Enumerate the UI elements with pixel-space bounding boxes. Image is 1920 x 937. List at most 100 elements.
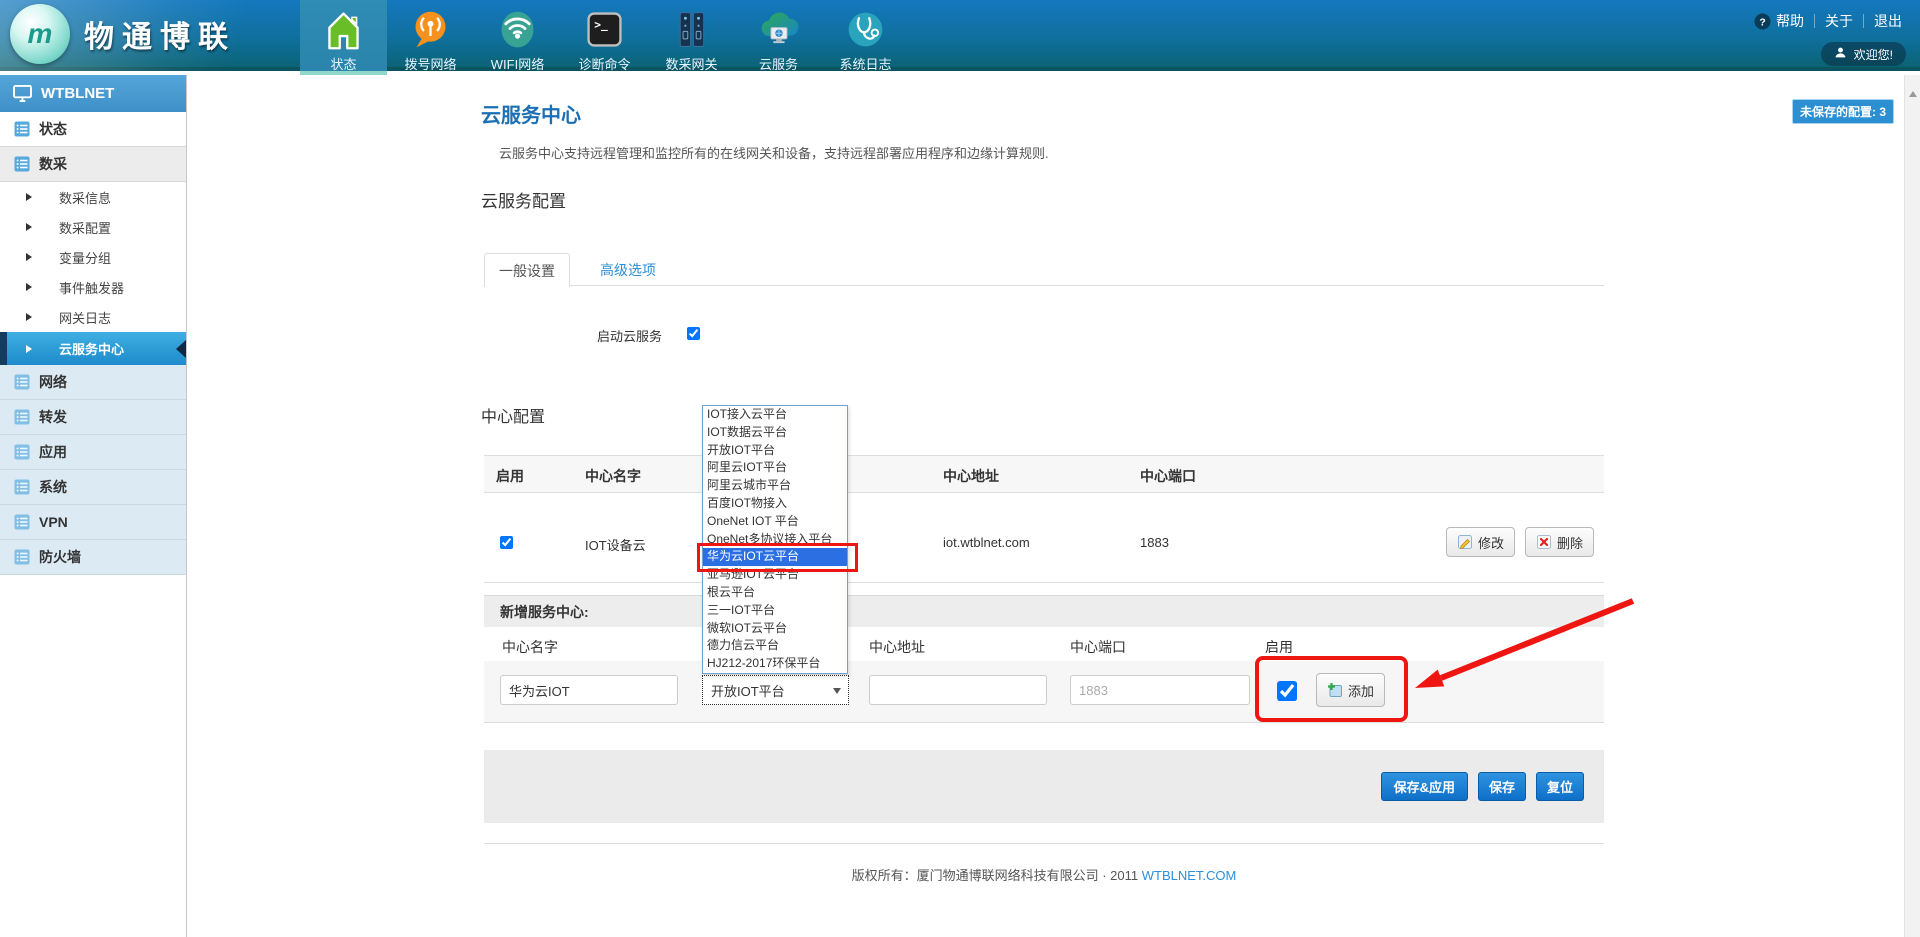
dropdown-option[interactable]: 开放IOT平台 — [703, 442, 847, 460]
list-icon — [14, 156, 30, 172]
sidebar-item[interactable]: 数采配置 — [0, 212, 186, 242]
new-port-label: 中心端口 — [1070, 637, 1126, 657]
edit-icon — [1457, 534, 1473, 550]
new-address-label: 中心地址 — [869, 637, 925, 657]
list-icon — [14, 121, 30, 137]
divider — [1863, 14, 1864, 28]
sidebar-item[interactable]: 防火墙 — [0, 540, 186, 575]
row-center-address: iot.wtblnet.com — [943, 535, 1030, 550]
add-button[interactable]: 添加 — [1316, 673, 1385, 707]
dropdown-option[interactable]: 德力信云平台 — [703, 637, 847, 655]
site-link[interactable]: WTBLNET.COM — [1142, 868, 1237, 883]
dropdown-option[interactable]: 根云平台 — [703, 584, 847, 602]
cloud-icon — [756, 7, 801, 52]
edit-button[interactable]: 修改 — [1446, 527, 1515, 557]
svg-text:>_: >_ — [594, 19, 608, 32]
sidebar-item[interactable]: 网络 — [0, 365, 186, 400]
page-scrollbar[interactable] — [1904, 75, 1920, 937]
sidebar-item[interactable]: 变量分组 — [0, 242, 186, 272]
new-enable-label: 启用 — [1265, 637, 1293, 657]
top-bar: m 物通博联 状态 拨号网络 WIFI网络 >_ 诊断命令 数采网关 — [0, 0, 1920, 71]
footer-divider — [484, 843, 1604, 844]
col-port: 中心端口 — [1140, 466, 1196, 486]
scroll-up-icon[interactable] — [1909, 91, 1917, 97]
delete-button[interactable]: 删除 — [1525, 527, 1594, 557]
list-icon — [14, 409, 30, 425]
actions-band: 保存&应用 保存 复位 — [484, 750, 1604, 823]
divider — [1814, 14, 1815, 28]
new-center-enable-checkbox[interactable] — [1277, 681, 1297, 701]
save-apply-button[interactable]: 保存&应用 — [1381, 772, 1468, 801]
welcome-user-pill[interactable]: 欢迎您! — [1821, 42, 1906, 66]
center-type-select[interactable]: 开放IOT平台 — [702, 675, 849, 705]
tab-general-settings[interactable]: 一般设置 — [484, 253, 570, 287]
about-link[interactable]: 关于 — [1825, 11, 1853, 31]
sidebar-item[interactable]: 数采信息 — [0, 182, 186, 212]
dropdown-option[interactable]: 三一IOT平台 — [703, 602, 847, 620]
col-enable: 启用 — [496, 466, 524, 486]
cloud-service-center-page: m 物通博联 状态 拨号网络 WIFI网络 >_ 诊断命令 数采网关 — [0, 0, 1920, 937]
help-link[interactable]: ? 帮助 — [1754, 11, 1804, 31]
dropdown-option[interactable]: OneNet多协议接入平台 — [703, 531, 847, 549]
terminal-icon: >_ — [582, 7, 627, 52]
dropdown-option[interactable]: IOT接入云平台 — [703, 406, 847, 424]
sidebar-item[interactable]: 网关日志 — [0, 302, 186, 332]
dropdown-option[interactable]: 亚马逊IOT云平台 — [703, 566, 847, 584]
triangle-icon — [26, 279, 42, 295]
sidebar: WTBLNET 状态 数采 数采信息 数采配置 变量分组 — [0, 75, 187, 937]
list-icon — [14, 479, 30, 495]
sidebar-item[interactable]: 云服务中心 — [0, 332, 186, 365]
dropdown-option[interactable]: OneNet IOT 平台 — [703, 513, 847, 531]
dropdown-option[interactable]: 阿里云城市平台 — [703, 477, 847, 495]
triangle-icon — [26, 309, 42, 325]
tab-advanced-options[interactable]: 高级选项 — [588, 253, 668, 287]
footer: 版权所有：厦门物通博联网络科技有限公司 · 2011 WTBLNET.COM — [484, 865, 1604, 884]
sidebar-item[interactable]: 转发 — [0, 400, 186, 435]
dropdown-option[interactable]: 华为云IOT云平台 — [703, 548, 847, 566]
nav-item[interactable]: 状态 — [300, 0, 387, 71]
new-center-port-input[interactable] — [1070, 675, 1250, 705]
new-center-name-input[interactable] — [500, 675, 678, 705]
page-title: 云服务中心 — [481, 99, 581, 128]
enable-cloud-checkbox[interactable] — [687, 327, 700, 340]
nav-item[interactable]: 数采网关 — [648, 0, 735, 71]
nav-item[interactable]: 系统日志 — [822, 0, 909, 71]
dropdown-option[interactable]: 阿里云IOT平台 — [703, 459, 847, 477]
sidebar-item[interactable]: 应用 — [0, 435, 186, 470]
dropdown-option[interactable]: 百度IOT物接入 — [703, 495, 847, 513]
row-enable-checkbox[interactable] — [500, 536, 513, 549]
help-icon: ? — [1754, 13, 1771, 30]
dropdown-option[interactable]: 微软IOT云平台 — [703, 620, 847, 638]
brand-name: 物通博联 — [84, 12, 236, 56]
dropdown-option[interactable]: IOT数据云平台 — [703, 424, 847, 442]
triangle-icon — [26, 189, 42, 205]
sidebar-item[interactable]: 系统 — [0, 470, 186, 505]
logout-link[interactable]: 退出 — [1874, 11, 1902, 31]
list-icon — [14, 514, 30, 530]
sidebar-item[interactable]: VPN — [0, 505, 186, 540]
list-icon — [14, 374, 30, 390]
sidebar-item[interactable]: 状态 — [0, 112, 186, 147]
nav-item[interactable]: 云服务 — [735, 0, 822, 71]
cloud-config-section-title: 云服务配置 — [481, 187, 566, 212]
list-icon — [14, 549, 30, 565]
center-type-dropdown-list: IOT接入云平台IOT数据云平台开放IOT平台阿里云IOT平台阿里云城市平台百度… — [702, 405, 848, 674]
dial-network-icon — [408, 7, 453, 52]
reset-button[interactable]: 复位 — [1536, 772, 1584, 801]
nav-item[interactable]: >_ 诊断命令 — [561, 0, 648, 71]
main-content: 未保存的配置: 3 云服务中心 云服务中心支持远程管理和监控所有的在线网关和设备… — [187, 75, 1920, 937]
save-button[interactable]: 保存 — [1478, 772, 1526, 801]
dropdown-option[interactable]: HJ212-2017环保平台 — [703, 655, 847, 673]
brand-logo-icon: m — [10, 4, 70, 64]
nav-item[interactable]: WIFI网络 — [474, 0, 561, 71]
row-center-port: 1883 — [1140, 535, 1169, 550]
unsaved-config-badge[interactable]: 未保存的配置: 3 — [1792, 99, 1894, 124]
sidebar-item[interactable]: 数采 — [0, 147, 186, 182]
person-icon — [1834, 46, 1847, 62]
sidebar-device-title: WTBLNET — [0, 75, 186, 112]
new-center-address-input[interactable] — [869, 675, 1047, 705]
brand-logo: m 物通博联 — [10, 4, 236, 64]
nav-item[interactable]: 拨号网络 — [387, 0, 474, 71]
sidebar-item[interactable]: 事件触发器 — [0, 272, 186, 302]
page-description: 云服务中心支持远程管理和监控所有的在线网关和设备，支持远程部署应用程序和边缘计算… — [499, 143, 1049, 162]
